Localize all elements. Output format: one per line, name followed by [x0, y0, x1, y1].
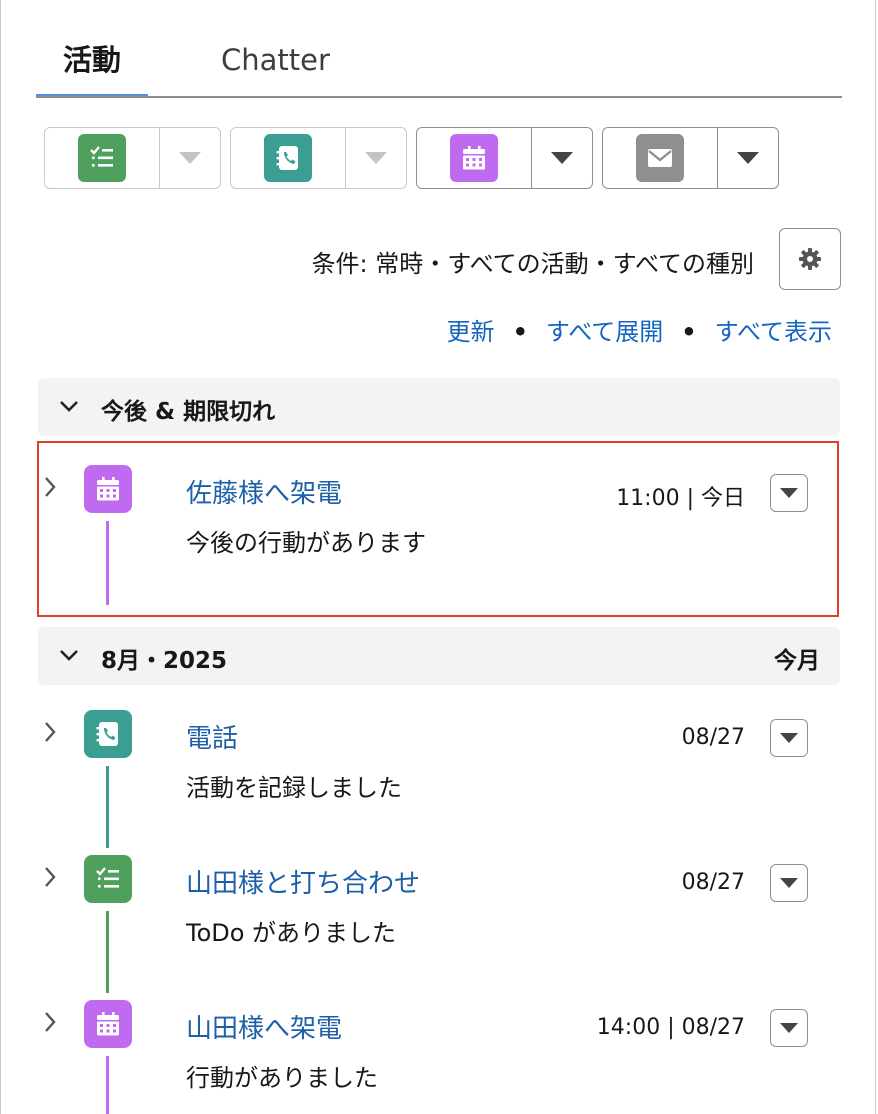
chevron-down-icon: [780, 733, 798, 743]
item-actions-button[interactable]: [770, 1009, 808, 1047]
section-month[interactable]: 8月・2025 今月: [38, 627, 840, 685]
calendar-icon: [84, 1000, 132, 1048]
item-description: 行動がありました: [186, 1064, 378, 1092]
item-description: 活動を記録しました: [186, 774, 402, 802]
item-actions-button[interactable]: [770, 864, 808, 902]
chevron-right-icon[interactable]: [42, 865, 58, 889]
chevron-down-icon: [780, 878, 798, 888]
item-date: 14:00 | 08/27: [596, 1015, 745, 1040]
filter-summary: 条件: 常時・すべての活動・すべての種別: [311, 250, 754, 278]
view-all-link[interactable]: すべて表示: [715, 318, 832, 346]
email-button-group: [602, 127, 779, 189]
call-icon: [264, 134, 312, 182]
chevron-right-icon[interactable]: [42, 720, 58, 744]
chevron-down-icon: [60, 650, 78, 661]
item-subject-link[interactable]: 山田様と打ち合わせ: [186, 863, 420, 900]
section-period-label: 今月: [774, 648, 820, 674]
calendar-icon: [450, 134, 498, 182]
item-subject-link[interactable]: 山田様へ架電: [186, 1008, 342, 1045]
email-button[interactable]: [603, 128, 718, 188]
timeline-links: 更新 • すべて展開 • すべて表示: [447, 312, 832, 347]
item-date: 08/27: [681, 870, 745, 895]
section-title: 今後 & 期限切れ: [101, 399, 276, 425]
timeline-item: 電話 活動を記録しました 08/27: [38, 688, 840, 848]
new-event-button[interactable]: [417, 128, 532, 188]
timeline-item: 山田様と打ち合わせ ToDo がありました 08/27: [38, 833, 840, 993]
new-event-button-group: [416, 127, 593, 189]
section-title: 8月・2025: [101, 648, 228, 674]
log-call-button[interactable]: [231, 128, 346, 188]
chevron-down-icon: [737, 152, 759, 164]
chevron-down-icon: [551, 152, 573, 164]
item-actions-button[interactable]: [770, 719, 808, 757]
task-icon: [78, 134, 126, 182]
task-icon: [84, 855, 132, 903]
chevron-down-icon: [780, 1023, 798, 1033]
expand-all-link[interactable]: すべて展開: [546, 318, 663, 346]
refresh-link[interactable]: 更新: [447, 318, 495, 346]
timeline-item: 山田様へ架電 行動がありました 14:00 | 08/27: [38, 978, 840, 1114]
call-icon: [84, 710, 132, 758]
chevron-down-icon: [179, 152, 201, 164]
chevron-right-icon[interactable]: [42, 1010, 58, 1034]
highlight-box: [37, 441, 839, 617]
email-icon: [636, 134, 684, 182]
gear-icon: [799, 248, 821, 270]
filter-settings-button[interactable]: [779, 228, 841, 290]
chevron-down-icon: [365, 152, 387, 164]
item-description: ToDo がありました: [186, 919, 397, 947]
log-call-button-group: [230, 127, 407, 189]
tab-chatter[interactable]: Chatter: [221, 38, 330, 98]
tab-activity[interactable]: 活動: [36, 38, 148, 98]
timeline-line: [106, 1056, 109, 1114]
item-date: 08/27: [681, 725, 745, 750]
item-subject-link[interactable]: 電話: [186, 718, 238, 755]
email-dropdown[interactable]: [718, 128, 778, 188]
link-separator: •: [512, 318, 528, 346]
new-task-button[interactable]: [45, 128, 160, 188]
section-upcoming-overdue[interactable]: 今後 & 期限切れ: [38, 378, 840, 436]
new-task-dropdown[interactable]: [160, 128, 220, 188]
new-task-button-group: [44, 127, 221, 189]
tab-divider: [36, 96, 842, 98]
link-separator: •: [681, 318, 697, 346]
log-call-dropdown[interactable]: [346, 128, 406, 188]
chevron-down-icon: [60, 401, 78, 412]
new-event-dropdown[interactable]: [532, 128, 592, 188]
